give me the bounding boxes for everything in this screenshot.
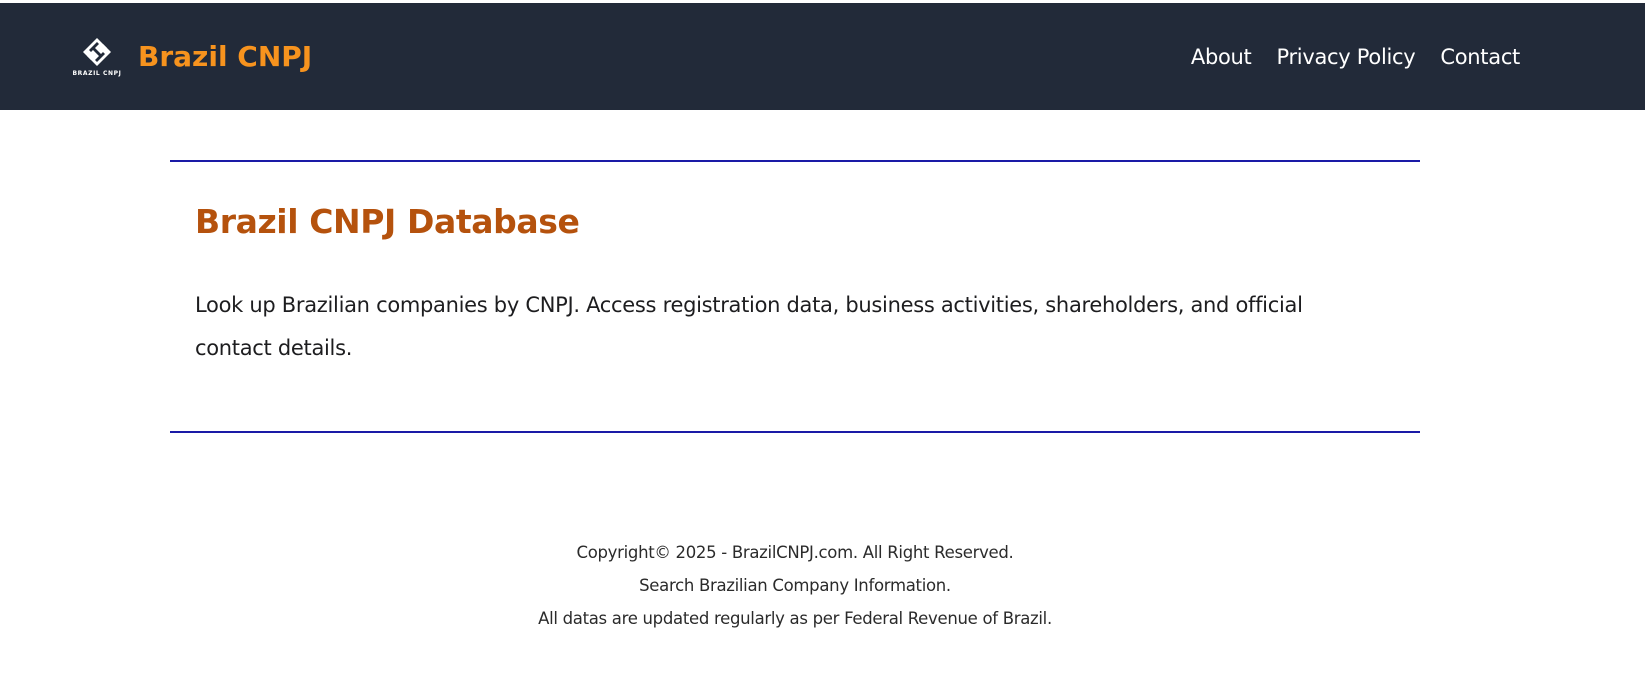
brand-name: Brazil CNPJ — [138, 40, 313, 73]
page-description: Look up Brazilian companies by CNPJ. Acc… — [195, 293, 1303, 360]
logo-text: BRAZIL CNPJ — [72, 70, 122, 77]
nav-link-about[interactable]: About — [1191, 45, 1252, 69]
footer-tagline: Search Brazilian Company Information. — [639, 576, 951, 595]
site-header: BRAZIL CNPJ Brazil CNPJ About Privacy Po… — [0, 3, 1645, 110]
nav-link-privacy-policy[interactable]: Privacy Policy — [1276, 45, 1415, 69]
intro-section: Brazil CNPJ Database Look up Brazilian c… — [170, 160, 1420, 433]
logo-mark-icon — [83, 38, 111, 66]
footer-update-note: All datas are updated regularly as per F… — [538, 609, 1052, 628]
site-footer: Copyright© 2025 - BrazilCNPJ.com. All Ri… — [0, 536, 1590, 635]
page-title: Brazil CNPJ Database — [195, 202, 580, 241]
footer-copyright: Copyright© 2025 - BrazilCNPJ.com. All Ri… — [576, 543, 1014, 562]
nav-link-contact[interactable]: Contact — [1440, 45, 1520, 69]
brand-link[interactable]: BRAZIL CNPJ Brazil CNPJ — [70, 3, 312, 110]
brand-logo: BRAZIL CNPJ — [70, 35, 124, 79]
main-nav: About Privacy Policy Contact — [1166, 3, 1520, 110]
